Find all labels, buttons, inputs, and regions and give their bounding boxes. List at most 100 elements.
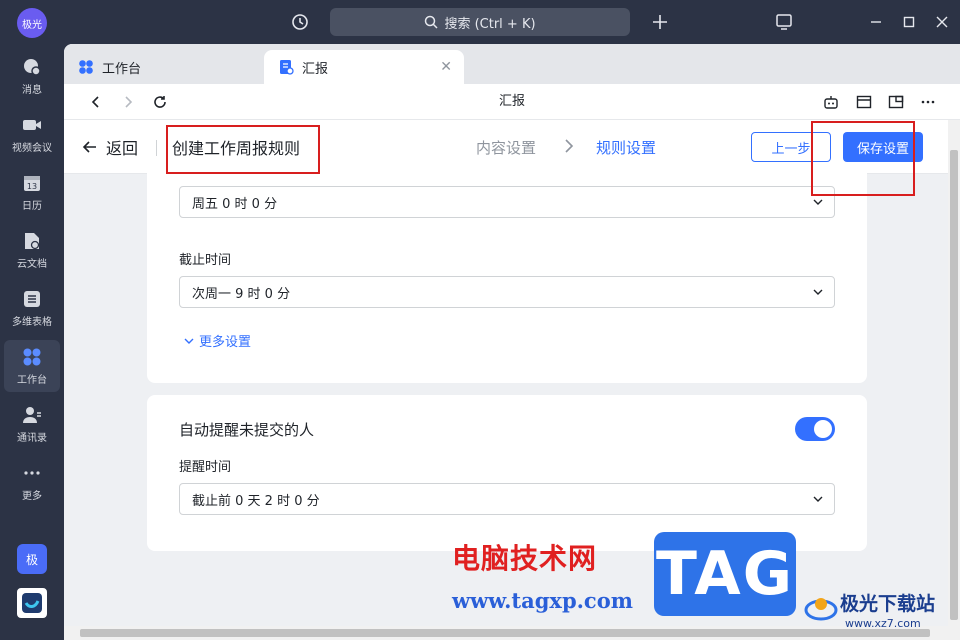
- maximize-icon: [903, 16, 915, 28]
- sidebar-item-label: 消息: [22, 84, 42, 96]
- reminder-toggle[interactable]: [795, 417, 835, 441]
- workspace-icon: [23, 348, 41, 365]
- title-bar: 极光 搜索 (Ctrl + K): [0, 0, 960, 44]
- save-settings-button[interactable]: 保存设置: [843, 132, 923, 162]
- step-rule-settings[interactable]: 规则设置: [596, 137, 656, 158]
- search-icon: [425, 15, 438, 29]
- deadline-value: 次周一 9 时 0 分: [192, 286, 291, 302]
- sidebar-item-video[interactable]: 视频会议: [4, 108, 60, 160]
- screen-icon: [776, 14, 792, 30]
- watermark-site-url: www.xz7.com: [845, 617, 921, 630]
- refresh-button[interactable]: [148, 90, 172, 114]
- window-mode-button[interactable]: [852, 90, 876, 114]
- sidebar-item-label: 日历: [22, 200, 42, 212]
- more-settings-link[interactable]: 更多设置: [183, 331, 251, 350]
- watermark-text: 电脑技术网: [452, 542, 598, 575]
- schedule-card: 周五 0 时 0 分 截止时间 次周一 9 时 0 分 更多设置: [147, 165, 867, 383]
- workspace-tab-icon: [79, 60, 93, 74]
- screen-share-button[interactable]: [772, 10, 796, 34]
- maximize-button[interactable]: [897, 10, 921, 34]
- minimize-icon: [871, 21, 881, 23]
- tab-label: 汇报: [302, 61, 329, 77]
- minimize-button[interactable]: [864, 10, 888, 34]
- sidebar-item-docs[interactable]: 云文档: [4, 224, 60, 276]
- chevron-down-icon: [813, 496, 823, 502]
- tab-workspace[interactable]: 工作台: [64, 50, 264, 84]
- remind-time-label: 提醒时间: [179, 460, 232, 475]
- search-input[interactable]: 搜索 (Ctrl + K): [330, 8, 630, 36]
- app-logo-button[interactable]: [15, 586, 49, 620]
- contacts-icon: [23, 406, 41, 423]
- calendar-icon: 13: [24, 175, 40, 191]
- bot-button[interactable]: [819, 90, 843, 114]
- watermark-tag: TAG: [654, 532, 796, 616]
- watermark-site-name: 极光下载站: [840, 593, 936, 615]
- watermark-url: www.tagxp.com: [452, 588, 633, 613]
- start-time-value: 周五 0 时 0 分: [192, 196, 278, 212]
- split-view-button[interactable]: [884, 90, 908, 114]
- new-button[interactable]: [648, 10, 672, 34]
- chevron-right-icon: [125, 96, 133, 108]
- more-options-button[interactable]: [916, 90, 940, 114]
- close-icon: [936, 16, 948, 28]
- sidebar-item-label: 云文档: [17, 258, 47, 270]
- sidebar-item-base[interactable]: 多维表格: [4, 282, 60, 334]
- sidebar-item-calendar[interactable]: 13 日历: [4, 166, 60, 218]
- step-content-settings[interactable]: 内容设置: [476, 137, 536, 158]
- scroll-thumb[interactable]: [950, 150, 958, 620]
- tab-report[interactable]: 汇报 ✕: [264, 50, 464, 84]
- sidebar-item-label: 更多: [22, 490, 42, 502]
- back-nav-button[interactable]: [84, 90, 108, 114]
- message-icon: [24, 58, 41, 76]
- close-tab-icon[interactable]: ✕: [440, 59, 452, 75]
- sidebar-item-contacts[interactable]: 通讯录: [4, 398, 60, 450]
- nav-bar: 汇报: [64, 84, 960, 120]
- sidebar-item-messages[interactable]: 消息: [4, 50, 60, 102]
- chevron-down-icon: [813, 289, 823, 295]
- chevron-down-icon: [813, 199, 823, 205]
- chevron-left-icon: [91, 96, 99, 108]
- split-icon: [888, 95, 904, 109]
- tab-strip: 工作台 汇报 ✕: [64, 44, 960, 84]
- back-button[interactable]: 返回: [82, 134, 138, 160]
- sidebar-item-label: 多维表格: [12, 316, 52, 328]
- arrow-left-icon: [82, 141, 96, 153]
- scroll-thumb[interactable]: [80, 629, 930, 637]
- more-icon: [24, 470, 40, 475]
- ellipsis-icon: [921, 100, 935, 104]
- chevron-right-icon: [565, 139, 574, 153]
- refresh-icon: [154, 96, 166, 108]
- horizontal-scrollbar[interactable]: [64, 626, 960, 640]
- search-placeholder: 搜索 (Ctrl + K): [444, 16, 536, 32]
- svg-text:13: 13: [27, 182, 37, 191]
- chevron-down-icon: [184, 338, 194, 344]
- more-settings-label: 更多设置: [199, 335, 252, 350]
- deadline-label: 截止时间: [179, 253, 232, 268]
- close-window-button[interactable]: [930, 10, 954, 34]
- deadline-select[interactable]: 次周一 9 时 0 分: [179, 276, 835, 308]
- sidebar-item-more[interactable]: 更多: [4, 456, 60, 508]
- sidebar-item-label: 通讯录: [17, 432, 47, 444]
- previous-step-button[interactable]: 上一步: [751, 132, 831, 162]
- sidebar-item-label: 视频会议: [12, 142, 52, 154]
- history-button[interactable]: [288, 10, 312, 34]
- remind-time-value: 截止前 0 天 2 时 0 分: [192, 493, 320, 509]
- app-shortcut[interactable]: 极: [17, 544, 47, 574]
- divider: [156, 140, 157, 156]
- sidebar-item-workspace[interactable]: 工作台: [4, 340, 60, 392]
- window-icon: [856, 95, 872, 109]
- vertical-scrollbar[interactable]: [948, 120, 960, 626]
- user-avatar[interactable]: 极光: [17, 8, 47, 38]
- reminder-title: 自动提醒未提交的人: [179, 421, 315, 439]
- app-logo-icon: [22, 593, 42, 613]
- reminder-card: 自动提醒未提交的人 提醒时间 截止前 0 天 2 时 0 分: [147, 395, 867, 551]
- back-label: 返回: [106, 139, 139, 158]
- start-time-select[interactable]: 周五 0 时 0 分: [179, 186, 835, 218]
- robot-icon: [824, 96, 838, 109]
- table-icon: [24, 290, 40, 307]
- forward-nav-button[interactable]: [116, 90, 140, 114]
- remind-time-select[interactable]: 截止前 0 天 2 时 0 分: [179, 483, 835, 515]
- document-icon: [25, 232, 40, 249]
- watermark-logo-icon: [804, 598, 838, 621]
- plus-icon: [653, 15, 667, 29]
